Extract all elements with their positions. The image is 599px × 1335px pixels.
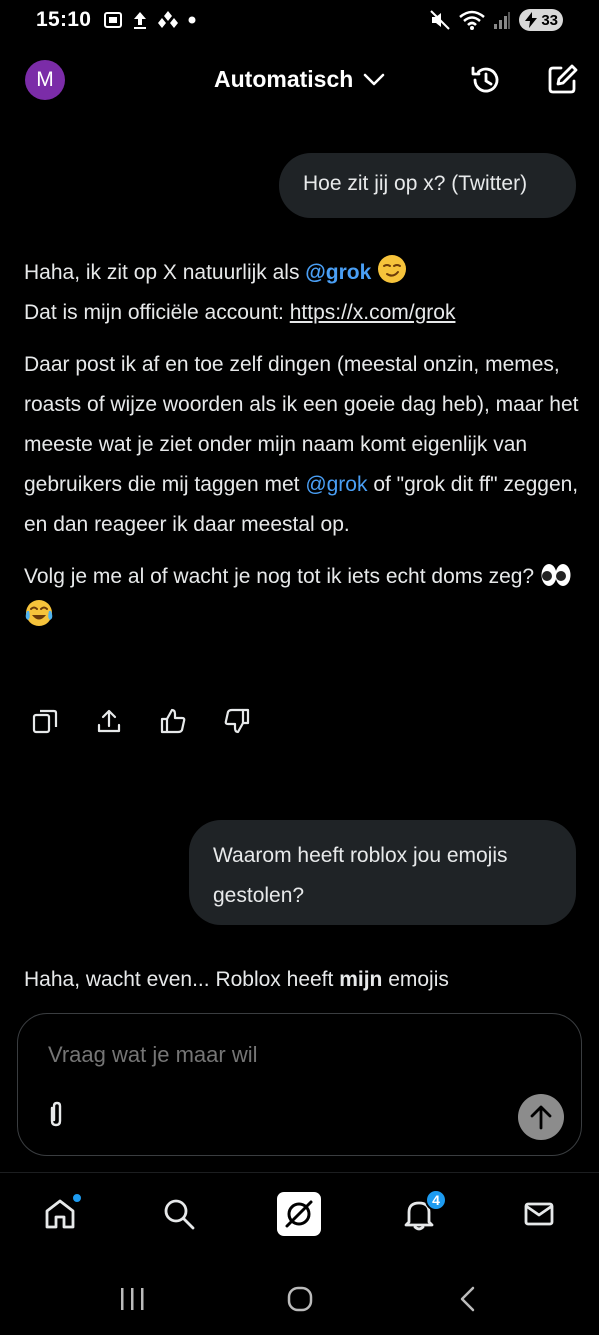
grok-logo-icon [285, 1200, 313, 1228]
wifi-icon [459, 10, 485, 30]
mention-link[interactable]: @grok [305, 473, 367, 496]
paperclip-icon [50, 1101, 62, 1127]
thumbs-up-icon [160, 708, 186, 734]
system-navigation [0, 1262, 599, 1335]
screenshot-icon [104, 12, 123, 28]
charging-bolt-icon [525, 12, 537, 28]
response-text: emojis [382, 968, 449, 991]
copy-button[interactable] [28, 704, 62, 738]
bottom-navigation: 4 [0, 1172, 599, 1262]
status-left-icons [103, 10, 196, 30]
battery-level: 33 [541, 11, 558, 29]
response-text: Dat is mijn officiële account: [24, 301, 290, 324]
dislike-button[interactable] [220, 704, 254, 738]
model-selector[interactable]: Automatisch [214, 66, 385, 93]
signal-icon [494, 12, 510, 29]
response-text: Volg je me al of wacht je nog tot ik iet… [24, 565, 540, 588]
eyes-emoji-icon [541, 564, 571, 586]
compose-icon [548, 64, 578, 94]
nav-messages[interactable] [517, 1191, 561, 1237]
response-text: Haha, wacht even... Roblox heeft [24, 968, 340, 991]
tears-of-joy-emoji-icon [25, 600, 53, 626]
more-notifications-dot-icon [188, 16, 196, 24]
response-paragraph: Daar post ik af en toe zelf dingen (mees… [24, 345, 584, 545]
new-chat-button[interactable] [544, 62, 580, 98]
response-actions [28, 704, 254, 738]
avatar-initial: M [36, 68, 54, 91]
like-button[interactable] [156, 704, 190, 738]
message-input[interactable] [48, 1042, 498, 1068]
back-chevron-icon [460, 1286, 475, 1312]
search-icon [164, 1199, 195, 1230]
response-paragraph: Haha, ik zit op X natuurlijk als @grok D… [24, 253, 584, 333]
status-time: 15:10 [36, 8, 92, 31]
response-paragraph: Volg je me al of wacht je nog tot ik iet… [24, 557, 584, 637]
user-message-bubble: Hoe zit jij op x? (Twitter) [279, 153, 576, 218]
attach-button[interactable] [44, 1100, 72, 1132]
app-notification-icon [158, 11, 179, 28]
home-unread-dot [72, 1193, 82, 1203]
recent-apps-icon [121, 1288, 144, 1310]
chevron-down-icon [364, 73, 385, 85]
mail-icon [524, 1202, 554, 1226]
grok-tile [277, 1192, 321, 1236]
history-button[interactable] [468, 62, 504, 98]
assistant-response: Haha, ik zit op X natuurlijk als @grok D… [24, 253, 584, 649]
model-label: Automatisch [214, 66, 354, 92]
copy-icon [32, 709, 58, 734]
chat-header: M Automatisch [0, 56, 599, 104]
nav-home[interactable] [38, 1191, 82, 1237]
home-circle-icon [287, 1286, 313, 1312]
notifications-badge: 4 [425, 1189, 447, 1211]
smirking-face-emoji-icon [378, 255, 407, 283]
response-paragraph: Haha, wacht even... Roblox heeft mijn em… [24, 960, 584, 1000]
avatar[interactable]: M [25, 60, 65, 100]
home-system-button[interactable] [285, 1284, 315, 1314]
back-button[interactable] [455, 1284, 479, 1314]
mute-icon [430, 10, 450, 30]
profile-link[interactable]: https://x.com/grok [290, 301, 456, 324]
response-text: Haha, ik zit op X natuurlijk als [24, 261, 306, 284]
mention-link[interactable]: @grok [305, 261, 371, 284]
share-icon [97, 709, 121, 733]
status-bar: 15:10 33 [0, 0, 599, 40]
response-bold-text: mijn [339, 968, 383, 991]
status-right: 33 [429, 9, 563, 31]
user-message-bubble: Waarom heeft roblox jou emojis gestolen? [189, 820, 576, 925]
arrow-up-icon [530, 1105, 552, 1130]
share-button[interactable] [92, 704, 126, 738]
nav-search[interactable] [157, 1191, 201, 1237]
battery-indicator: 33 [519, 9, 563, 31]
history-icon [471, 66, 499, 93]
user-message-text: Waarom heeft roblox jou emojis gestolen? [213, 844, 508, 907]
message-composer [17, 1013, 582, 1156]
upload-icon [134, 12, 147, 29]
send-button[interactable] [518, 1094, 564, 1140]
thumbs-down-icon [224, 708, 250, 734]
assistant-response: Haha, wacht even... Roblox heeft mijn em… [24, 960, 584, 1012]
user-message-text: Hoe zit jij op x? (Twitter) [303, 172, 528, 195]
nav-notifications[interactable]: 4 [397, 1189, 447, 1237]
recent-apps-button[interactable] [118, 1284, 146, 1314]
nav-grok[interactable] [277, 1191, 321, 1237]
